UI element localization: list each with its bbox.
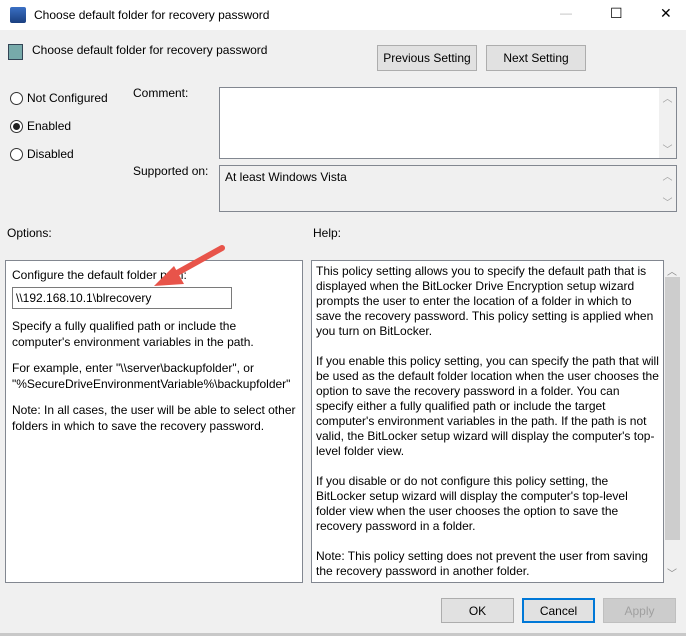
ok-button[interactable]: OK [441,598,514,623]
scroll-thumb[interactable] [665,277,680,540]
scroll-up-icon[interactable]: ︿ [667,263,677,278]
options-note: Note: In all cases, the user will be abl… [12,403,296,433]
supported-label: Supported on: [133,164,209,178]
supported-scrollbar[interactable]: ︿ ﹀ [659,166,676,211]
annotation-arrow-icon [154,245,225,286]
radio-circle[interactable] [10,91,23,105]
supported-on-box: At least Windows Vista ︿ ﹀ [219,165,677,212]
previous-setting-button[interactable]: Previous Setting [377,45,477,71]
supported-value: At least Windows Vista [225,170,347,184]
cancel-button[interactable]: Cancel [522,598,595,623]
help-paragraph: If you disable or do not configure this … [316,474,628,533]
scroll-down-icon[interactable]: ﹀ [659,141,676,156]
window-title: Choose default folder for recovery passw… [34,8,270,22]
radio-disabled[interactable]: Disabled [10,147,74,161]
radio-circle[interactable] [10,147,23,161]
radio-circle[interactable] [10,119,23,133]
radio-label: Enabled [27,119,72,133]
comment-textarea[interactable]: ︿ ﹀ [219,87,677,159]
comment-label: Comment: [133,86,189,100]
policy-icon [8,44,23,60]
radio-label: Disabled [27,147,74,161]
help-label: Help: [313,226,342,240]
minimize-button[interactable]: — [560,6,572,20]
radio-enabled[interactable]: Enabled [10,119,71,133]
policy-title: Choose default folder for recovery passw… [32,43,268,57]
help-paragraph: If you enable this policy setting, you c… [316,354,659,458]
scroll-down-icon[interactable]: ﹀ [659,194,676,209]
app-icon [10,7,26,23]
options-example: For example, enter "\\server\backupfolde… [12,361,291,391]
apply-button[interactable]: Apply [603,598,676,623]
options-description: Specify a fully qualified path or includ… [12,319,254,349]
title-bar: Choose default folder for recovery passw… [0,0,686,30]
scroll-down-icon[interactable]: ﹀ [667,565,677,580]
scroll-up-icon[interactable]: ︿ [659,90,676,105]
options-label: Options: [7,226,52,240]
next-setting-button[interactable]: Next Setting [486,45,586,71]
radio-not-configured[interactable]: Not Configured [10,91,108,105]
help-paragraph: This policy setting allows you to specif… [316,264,654,338]
options-panel: Configure the default folder path: \\192… [5,260,303,583]
help-paragraph: Note: This policy setting does not preve… [316,549,648,578]
maximize-button[interactable]: ☐ [610,5,623,22]
radio-label: Not Configured [27,91,108,105]
scroll-up-icon[interactable]: ︿ [659,168,676,183]
help-panel: This policy setting allows you to specif… [311,260,664,583]
help-scrollbar[interactable]: ︿ ﹀ [664,260,681,583]
comment-scrollbar[interactable]: ︿ ﹀ [659,88,676,158]
close-button[interactable]: ✕ [660,5,672,22]
